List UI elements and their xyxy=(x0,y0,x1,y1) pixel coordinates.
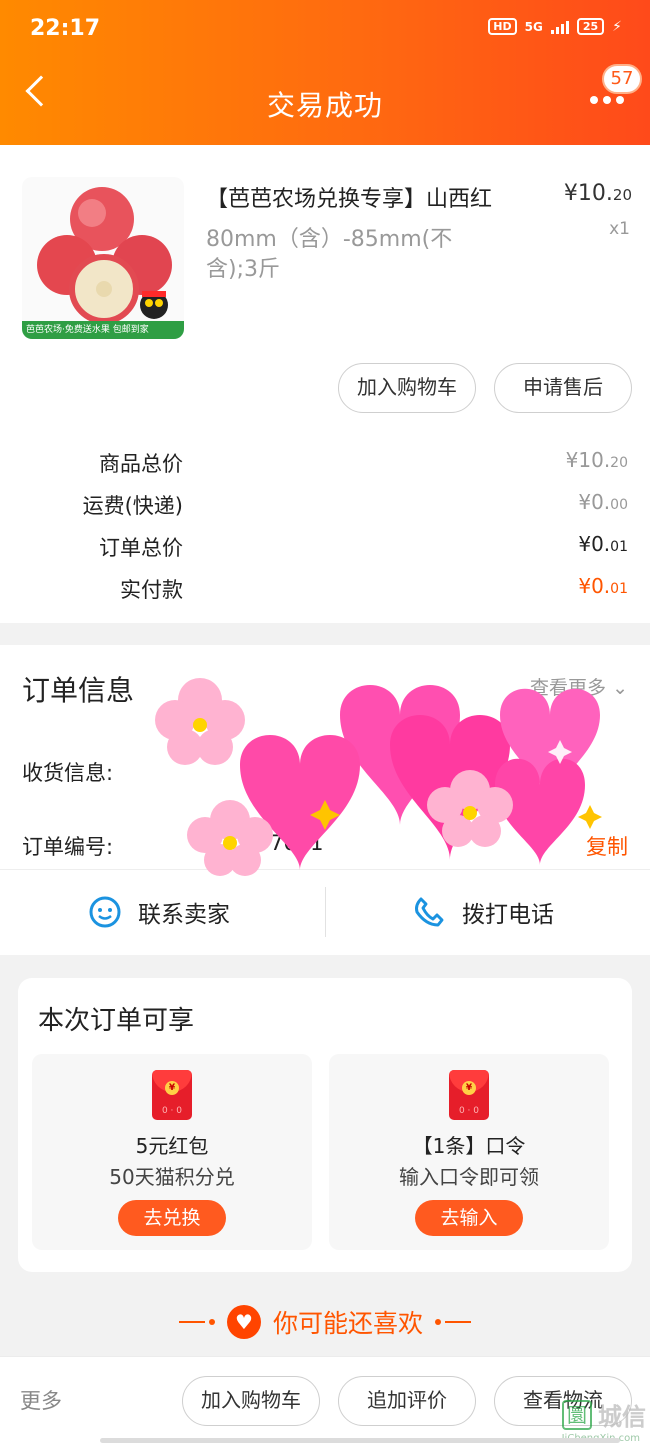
redeem-button[interactable]: 去兑换 xyxy=(118,1200,226,1236)
page-title: 交易成功 xyxy=(266,89,383,122)
more-icon[interactable] xyxy=(590,96,624,104)
watermark: 圜 城信 xyxy=(562,1397,646,1432)
status-icons: HD 5G 25 ⚡ xyxy=(488,18,622,35)
product-title[interactable]: 【芭芭农场兑换专享】山西红 xyxy=(206,181,541,213)
image-caption: 芭芭农场·免费送水果 包邮到家 xyxy=(22,321,184,339)
benefit-item: ¥0 · 0 5元红包 50天猫积分兑 去兑换 xyxy=(32,1054,312,1250)
recommend-title: 你可能还喜欢 xyxy=(272,1309,423,1338)
shipping-info-label: 收货信息: xyxy=(22,761,114,785)
sticker-overlay xyxy=(155,678,602,876)
add-review-button[interactable]: 追加评价 xyxy=(338,1376,476,1426)
red-packet-icon: ¥0 · 0 xyxy=(449,1070,489,1120)
price-row-shipping: 运费(快递) ¥0.00 xyxy=(82,490,628,518)
order-number-label: 订单编号: xyxy=(22,835,114,859)
benefit-name: 5元红包 xyxy=(135,1134,209,1158)
more-button[interactable]: 更多 xyxy=(20,1385,62,1415)
product-price: ¥10.20 xyxy=(563,181,632,206)
watermark-text: 城信 xyxy=(598,1403,646,1431)
battery-icon: 25 xyxy=(576,18,605,35)
product-quantity: x1 xyxy=(609,219,630,239)
apple-image xyxy=(37,187,172,324)
product-card: 芭芭农场·免费送水果 包邮到家 【芭芭农场兑换专享】山西红 80mm（含）-85… xyxy=(0,145,650,623)
add-to-cart-button-bottom[interactable]: 加入购物车 xyxy=(182,1376,320,1426)
call-phone-button[interactable]: 拨打电话 xyxy=(412,895,554,929)
recommend-header: ♥ 你可能还喜欢 xyxy=(0,1300,650,1344)
status-time: 22:17 xyxy=(30,16,101,41)
divider-vertical xyxy=(325,887,326,937)
order-benefits-card: 本次订单可享 ¥0 · 0 5元红包 50天猫积分兑 去兑换 ¥0 · 0 【1… xyxy=(18,978,632,1272)
decor-line-right xyxy=(435,1319,471,1325)
hd-icon: HD xyxy=(488,18,517,35)
enter-code-button[interactable]: 去输入 xyxy=(415,1200,523,1236)
benefit-desc: 50天猫积分兑 xyxy=(109,1165,235,1189)
bottom-action-bar: 更多 加入购物车 追加评价 查看物流 圜 城信 JiChengXin.com xyxy=(0,1356,650,1446)
chat-face-icon xyxy=(89,896,121,928)
benefits-title: 本次订单可享 xyxy=(38,1006,195,1036)
benefit-name: 【1条】口令 xyxy=(412,1134,526,1158)
phone-icon xyxy=(415,897,444,927)
price-row-paid: 实付款 ¥0.01 xyxy=(120,574,628,602)
charging-icon: ⚡ xyxy=(612,18,622,35)
header: 22:17 HD 5G 25 ⚡ 交易成功 57 xyxy=(0,0,650,145)
benefit-item: ¥0 · 0 【1条】口令 输入口令即可领 去输入 xyxy=(329,1054,609,1250)
order-info-title: 订单信息 xyxy=(22,674,135,707)
contact-seller-button[interactable]: 联系卖家 xyxy=(88,895,230,929)
red-packet-icon: ¥0 · 0 xyxy=(152,1070,192,1120)
signal-icon xyxy=(550,20,569,34)
product-image[interactable]: 芭芭农场·免费送水果 包邮到家 xyxy=(22,177,184,339)
heart-icon: ♥ xyxy=(226,1305,261,1339)
network-label: 5G xyxy=(524,19,543,34)
after-sale-button[interactable]: 申请售后 xyxy=(494,363,632,413)
message-count-badge[interactable]: 57 xyxy=(602,64,642,94)
home-indicator[interactable] xyxy=(100,1438,620,1443)
product-spec: 80mm（含）-85mm(不含);3斤 xyxy=(206,227,453,282)
benefit-desc: 输入口令即可领 xyxy=(399,1165,539,1189)
decor-line-left xyxy=(178,1319,215,1325)
watermark-logo: 圜 xyxy=(562,1399,592,1430)
add-to-cart-button[interactable]: 加入购物车 xyxy=(338,363,476,413)
price-row-goods-total: 商品总价 ¥10.20 xyxy=(99,448,628,476)
price-row-order-total: 订单总价 ¥0.01 xyxy=(99,532,628,560)
